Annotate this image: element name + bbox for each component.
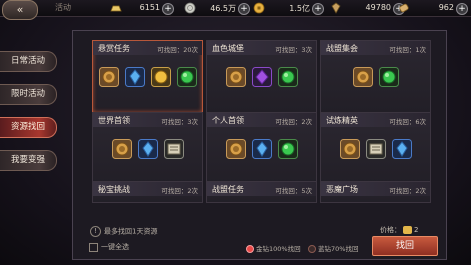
card-count: 可找回：3次 — [161, 118, 198, 126]
purple-gem-icon[interactable] — [251, 67, 272, 87]
nav-resource-retrieval[interactable]: 资源找回 — [0, 117, 57, 138]
reward-items — [321, 67, 430, 91]
resource-gold-coin: 1.5亿 + — [253, 1, 324, 15]
crystal-icon[interactable] — [391, 139, 412, 159]
resource-gold-ingot: 6151 + — [110, 1, 174, 15]
price-value: 2 — [414, 226, 419, 234]
retrieval-card[interactable]: 秘宝挑战 可找回：2次 — [92, 181, 203, 203]
reward-items — [321, 139, 430, 163]
green-orb-icon[interactable] — [378, 67, 399, 87]
resource-value: 46.5万 — [210, 4, 236, 13]
crystal-icon[interactable] — [124, 67, 145, 87]
card-title: 血色城堡 — [212, 44, 244, 53]
card-title: 悬赏任务 — [98, 44, 130, 53]
nav-get-stronger[interactable]: 我要变强 — [0, 150, 57, 171]
crystal-icon[interactable] — [137, 139, 158, 159]
select-all-label: 一键全选 — [101, 243, 129, 251]
option-blue-diamond[interactable]: 蓝钻70%找回 — [308, 243, 358, 253]
page-title: 活动 — [55, 3, 71, 12]
resource-gem: 49780 + — [330, 1, 405, 15]
card-title: 战盟集会 — [326, 44, 358, 53]
resource-silver: 46.5万 + — [184, 1, 250, 15]
card-title: 恶魔广场 — [326, 185, 358, 194]
gem-icon — [331, 2, 341, 14]
scroll-icon — [399, 3, 409, 13]
add-resource-button[interactable]: + — [162, 3, 174, 15]
medal-icon[interactable] — [98, 67, 119, 87]
select-all-checkbox[interactable]: 一键全选 — [89, 242, 129, 252]
gold-ingot-icon — [110, 5, 122, 12]
add-resource-button[interactable]: + — [456, 3, 468, 15]
option-label: 蓝钻70%找回 — [318, 245, 359, 253]
nav-limited-activities[interactable]: 限时活动 — [0, 84, 57, 105]
card-title: 战盟任务 — [212, 185, 244, 194]
card-count: 可找回：6次 — [389, 118, 426, 126]
retrieval-card[interactable]: 个人首领 可找回：2次 — [206, 112, 317, 185]
checkbox-icon — [89, 242, 98, 252]
radio-selected-icon — [246, 245, 254, 253]
retrieval-card[interactable]: 世界首领 可找回：3次 — [92, 112, 203, 185]
green-orb-icon[interactable] — [176, 67, 197, 87]
retrieval-card[interactable]: 试炼精英 可找回：6次 — [320, 112, 431, 185]
add-resource-button[interactable]: + — [238, 3, 250, 15]
card-count: 可找回：3次 — [275, 46, 312, 54]
card-count: 可找回：5次 — [275, 187, 312, 195]
option-gold-diamond[interactable]: 金钻100%找回 — [246, 243, 301, 253]
resource-value: 1.5亿 — [289, 4, 310, 13]
card-count: 可找回：2次 — [389, 187, 426, 195]
medal-icon[interactable] — [111, 139, 132, 159]
medal-icon[interactable] — [225, 139, 246, 159]
back-button[interactable]: « — [2, 0, 38, 20]
reward-items — [93, 139, 202, 163]
green-orb-icon[interactable] — [277, 139, 298, 159]
scroll-icon[interactable] — [163, 139, 184, 159]
card-count: 可找回：1次 — [389, 46, 426, 54]
back-arrow-icon: « — [16, 3, 24, 16]
card-count: 可找回：2次 — [275, 118, 312, 126]
card-count: 可找回：2次 — [161, 187, 198, 195]
info-icon: ! — [90, 226, 101, 237]
add-resource-button[interactable]: + — [312, 3, 324, 15]
resource-value: 6151 — [139, 3, 160, 12]
note-text: 最多找回1天资源 — [104, 227, 158, 236]
option-label: 金钻100%找回 — [256, 245, 301, 253]
retrieval-limit-note: ! 最多找回1天资源 — [90, 226, 157, 237]
gold-ingot-icon — [403, 226, 412, 234]
scroll-icon[interactable] — [365, 139, 386, 159]
nav-daily-activities[interactable]: 日常活动 — [0, 51, 57, 72]
retrieval-card[interactable]: 血色城堡 可找回：3次 — [206, 40, 317, 113]
resource-value: 962 — [438, 3, 454, 12]
resource-value: 49780 — [365, 3, 391, 12]
retrieval-card[interactable]: 战盟集会 可找回：1次 — [320, 40, 431, 113]
reward-items — [93, 67, 202, 91]
card-title: 试炼精英 — [326, 116, 358, 125]
medal-icon[interactable] — [339, 139, 360, 159]
crystal-icon[interactable] — [251, 139, 272, 159]
retrieve-button[interactable]: 找回 — [372, 236, 438, 256]
card-count: 可找回：20次 — [157, 46, 198, 54]
reward-items — [207, 67, 316, 91]
retrieval-card[interactable]: 恶魔广场 可找回：2次 — [320, 181, 431, 203]
card-title: 世界首领 — [98, 116, 130, 125]
resource-scroll: 962 + — [398, 1, 468, 15]
green-orb-icon[interactable] — [277, 67, 298, 87]
price-display: 价格： 2 — [380, 225, 418, 235]
screen-root: { "header": { "back_glyph": "«", "title"… — [0, 0, 471, 265]
medal-icon[interactable] — [225, 67, 246, 87]
gold-coin-icon — [253, 2, 265, 14]
retrieval-card[interactable]: 战盟任务 可找回：5次 — [206, 181, 317, 203]
card-title: 个人首领 — [212, 116, 244, 125]
retrieval-card[interactable]: 悬赏任务 可找回：20次 — [92, 40, 203, 113]
silver-coin-icon — [184, 2, 196, 14]
card-title: 秘宝挑战 — [98, 185, 130, 194]
price-label: 价格： — [380, 226, 401, 234]
medal-icon[interactable] — [352, 67, 373, 87]
radio-icon — [308, 245, 316, 253]
gold-coin-icon[interactable] — [150, 67, 171, 87]
reward-items — [207, 139, 316, 163]
top-bar: « 活动 6151 + 46.5万 + 1.5亿 + 49780 + 962 + — [0, 0, 471, 20]
